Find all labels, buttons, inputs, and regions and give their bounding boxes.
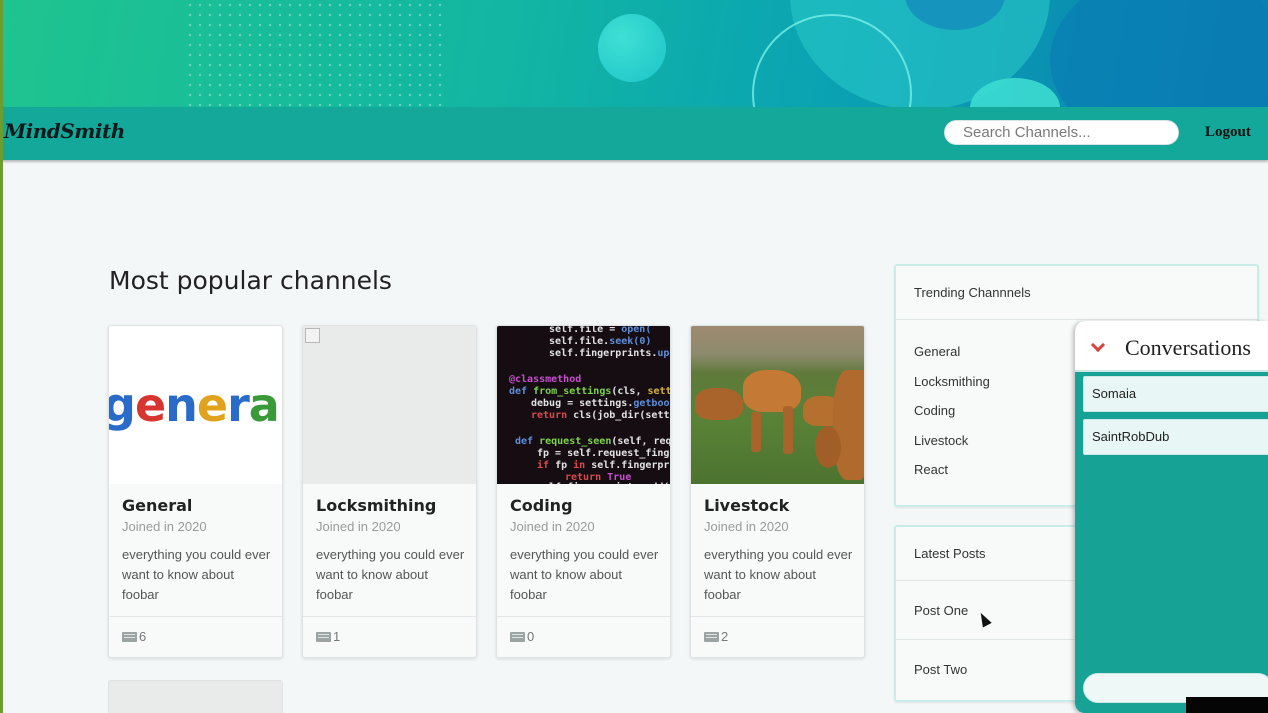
hero-banner	[0, 0, 1268, 107]
page-title: Most popular channels	[109, 266, 392, 295]
banner-dot-pattern	[185, 0, 445, 107]
broken-image-icon	[305, 328, 320, 343]
channel-card-coding[interactable]: self.file = open( self.file.seek(0) self…	[496, 325, 671, 658]
window-edge	[0, 0, 3, 713]
navbar: MindSmith Logout	[0, 107, 1268, 160]
conversations-header[interactable]: Conversations	[1075, 321, 1268, 372]
channel-card-partial[interactable]	[108, 680, 283, 713]
post-count-value: 2	[721, 629, 729, 644]
corner-overlay	[1186, 697, 1268, 713]
channel-description: everything you could ever want to know a…	[316, 547, 465, 602]
channel-joined: Joined in 2020	[122, 519, 207, 534]
channel-name: Locksmithing	[316, 496, 437, 515]
post-count: 2	[704, 629, 728, 644]
channel-joined: Joined in 2020	[316, 519, 401, 534]
app-window: MindSmith Logout Most popular channels g…	[0, 0, 1268, 713]
channel-description: everything you could ever want to know a…	[510, 547, 659, 602]
cow	[695, 388, 743, 420]
cow	[815, 426, 841, 468]
banner-shape	[1050, 0, 1268, 107]
channel-description: everything you could ever want to know a…	[122, 547, 271, 602]
search-input[interactable]	[944, 120, 1179, 145]
card-divider	[303, 616, 476, 617]
channel-name: Livestock	[704, 496, 790, 515]
post-count: 0	[510, 629, 534, 644]
logo[interactable]: MindSmith	[4, 119, 125, 143]
card-divider	[109, 616, 282, 617]
post-count-value: 6	[139, 629, 147, 644]
post-count: 1	[316, 629, 340, 644]
chevron-down-icon[interactable]	[1090, 337, 1106, 353]
logout-button[interactable]: Logout	[1205, 124, 1251, 141]
channel-description: everything you could ever want to know a…	[704, 547, 853, 602]
conversations-panel: Conversations Somaia SaintRobDub	[1075, 321, 1268, 713]
message-icon	[510, 631, 525, 642]
message-icon	[316, 631, 331, 642]
channel-joined: Joined in 2020	[704, 519, 789, 534]
channel-image: general	[109, 326, 282, 484]
channel-card-general[interactable]: general General Joined in 2020 everythin…	[108, 325, 283, 658]
channel-image	[303, 326, 476, 484]
cow	[833, 370, 864, 480]
post-count-value: 1	[333, 629, 341, 644]
cow	[751, 412, 761, 452]
channel-card-livestock[interactable]: Livestock Joined in 2020 everything you …	[690, 325, 865, 658]
conversation-item[interactable]: Somaia	[1083, 376, 1268, 412]
channel-name: General	[122, 496, 193, 515]
trending-title: Trending Channnels	[896, 266, 1257, 320]
card-divider	[691, 616, 864, 617]
channel-image: self.file = open( self.file.seek(0) self…	[497, 326, 670, 484]
post-count-value: 0	[527, 629, 535, 644]
card-divider	[497, 616, 670, 617]
post-count: 6	[122, 629, 146, 644]
conversations-title: Conversations	[1125, 335, 1251, 360]
general-word-art: general	[109, 378, 282, 432]
channel-name: Coding	[510, 496, 573, 515]
conversation-item[interactable]: SaintRobDub	[1083, 419, 1268, 455]
channel-joined: Joined in 2020	[510, 519, 595, 534]
message-icon	[704, 631, 719, 642]
channel-card-locksmithing[interactable]: Locksmithing Joined in 2020 everything y…	[302, 325, 477, 658]
cow	[783, 406, 793, 454]
channel-image	[691, 326, 864, 484]
banner-circle	[598, 14, 666, 82]
message-icon	[122, 631, 137, 642]
cow	[743, 370, 801, 412]
